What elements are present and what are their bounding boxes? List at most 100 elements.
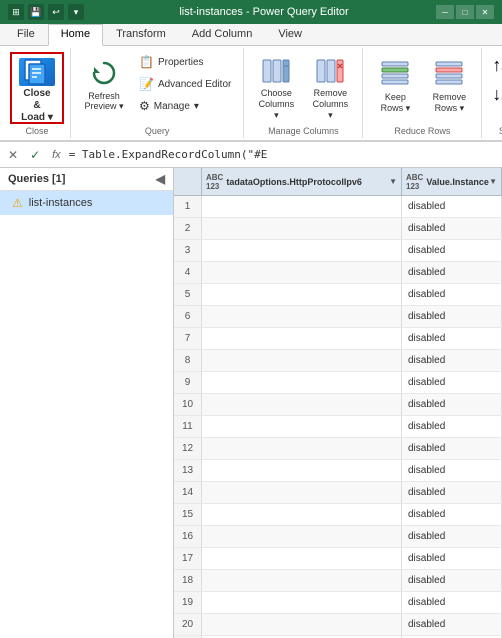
sort-ascending-button[interactable]: ↑A→Z [488, 52, 502, 79]
grid-cell-col1 [202, 482, 402, 503]
table-row[interactable]: 20 disabled [174, 614, 502, 636]
refresh-preview-button[interactable]: RefreshPreview ▾ [77, 52, 131, 124]
col1-filter-button[interactable]: ▼ [389, 177, 397, 186]
quick-access-undo[interactable]: ↩ [48, 4, 64, 20]
grid-cell-col2: disabled [402, 570, 502, 591]
row-number: 8 [174, 350, 202, 371]
ribbon-group-reduce-rows: KeepRows ▾ RemoveRows ▾ Reduce Rows [363, 48, 482, 138]
grid-cell-col1 [202, 240, 402, 261]
remove-columns-icon [313, 56, 347, 86]
table-row[interactable]: 7 disabled [174, 328, 502, 350]
sort-buttons: ↑A→Z ↓Z→A [488, 52, 502, 134]
grid-cell-col2: disabled [402, 526, 502, 547]
maximize-button[interactable]: □ [456, 5, 474, 19]
table-row[interactable]: 1 disabled [174, 196, 502, 218]
col2-label: Value.Instance [426, 177, 489, 187]
row-number: 9 [174, 372, 202, 393]
close-button[interactable]: ✕ [476, 5, 494, 19]
grid-cell-col2: disabled [402, 460, 502, 481]
grid-cell-col2: disabled [402, 592, 502, 613]
grid-cell-col1 [202, 284, 402, 305]
close-and-load-button[interactable]: Close &Load ▾ [10, 52, 64, 124]
tab-file[interactable]: File [4, 24, 48, 45]
quick-access-save[interactable]: 💾 [28, 4, 44, 20]
row-number: 7 [174, 328, 202, 349]
row-number: 11 [174, 416, 202, 437]
table-row[interactable]: 2 disabled [174, 218, 502, 240]
row-number: 12 [174, 438, 202, 459]
formula-cancel-button[interactable]: ✕ [4, 146, 22, 164]
table-row[interactable]: 13 disabled [174, 460, 502, 482]
table-row[interactable]: 18 disabled [174, 570, 502, 592]
row-number: 17 [174, 548, 202, 569]
table-row[interactable]: 9 disabled [174, 372, 502, 394]
choose-columns-label: ChooseColumns ▾ [256, 88, 296, 120]
grid-col-header-1[interactable]: ABC123 tadataOptions.HttpProtocolIpv6 ▼ [202, 168, 402, 195]
keep-rows-button[interactable]: KeepRows ▾ [369, 52, 421, 124]
col2-filter-button[interactable]: ▼ [489, 177, 497, 186]
grid-cell-col1 [202, 460, 402, 481]
manage-columns-group-label: Manage Columns [244, 126, 362, 136]
title-bar-icons: ⊞ 💾 ↩ ▾ [8, 4, 84, 20]
grid-cell-col1 [202, 438, 402, 459]
row-number: 1 [174, 196, 202, 217]
remove-rows-icon [432, 56, 466, 90]
grid-cell-col2: disabled [402, 614, 502, 635]
choose-columns-button[interactable]: ChooseColumns ▾ [250, 52, 302, 124]
remove-rows-label: RemoveRows ▾ [433, 92, 467, 114]
grid-cell-col2: disabled [402, 416, 502, 437]
ribbon-tabs: File Home Transform Add Column View [0, 24, 502, 46]
close-load-label: Close &Load ▾ [20, 88, 54, 124]
keep-rows-label: KeepRows ▾ [381, 92, 411, 114]
ribbon: Close &Load ▾ Close RefreshPreview ▾ 📋 [0, 46, 502, 142]
properties-button[interactable]: 📋 Properties [133, 52, 237, 72]
query-item-list-instances[interactable]: ⚠ list-instances [0, 191, 173, 215]
table-row[interactable]: 3 disabled [174, 240, 502, 262]
grid-cell-col2: disabled [402, 504, 502, 525]
table-row[interactable]: 14 disabled [174, 482, 502, 504]
table-row[interactable]: 11 disabled [174, 416, 502, 438]
keep-rows-icon [378, 56, 412, 90]
tab-home[interactable]: Home [48, 24, 103, 46]
row-number: 13 [174, 460, 202, 481]
formula-confirm-button[interactable]: ✓ [26, 146, 44, 164]
grid-cell-col1 [202, 306, 402, 327]
grid-cell-col1 [202, 416, 402, 437]
data-grid-area: ABC123 tadataOptions.HttpProtocolIpv6 ▼ … [174, 168, 502, 638]
formula-input[interactable] [69, 148, 498, 161]
col2-type-icon: ABC123 [406, 173, 423, 191]
table-row[interactable]: 4 disabled [174, 262, 502, 284]
grid-cell-col2: disabled [402, 328, 502, 349]
grid-col-header-2[interactable]: ABC123 Value.Instance ▼ [402, 168, 502, 195]
grid-cell-col2: disabled [402, 218, 502, 239]
advanced-editor-button[interactable]: 📝 Advanced Editor [133, 74, 237, 94]
grid-cell-col2: disabled [402, 438, 502, 459]
table-row[interactable]: 12 disabled [174, 438, 502, 460]
advanced-editor-icon: 📝 [139, 77, 154, 91]
grid-cell-col2: disabled [402, 240, 502, 261]
queries-header-label: Queries [1] [8, 173, 65, 185]
grid-cell-col1 [202, 196, 402, 217]
ribbon-group-query: RefreshPreview ▾ 📋 Properties 📝 Advanced… [71, 48, 244, 138]
remove-rows-button[interactable]: RemoveRows ▾ [423, 52, 475, 124]
table-row[interactable]: 6 disabled [174, 306, 502, 328]
sort-descending-button[interactable]: ↓Z→A [488, 81, 502, 108]
quick-access-dropdown[interactable]: ▾ [68, 4, 84, 20]
table-row[interactable]: 16 disabled [174, 526, 502, 548]
row-number: 2 [174, 218, 202, 239]
query-stacked-buttons: 📋 Properties 📝 Advanced Editor ⚙ Manage … [133, 52, 237, 130]
table-row[interactable]: 8 disabled [174, 350, 502, 372]
table-row[interactable]: 5 disabled [174, 284, 502, 306]
table-row[interactable]: 19 disabled [174, 592, 502, 614]
grid-row-number-header [174, 168, 202, 195]
table-row[interactable]: 17 disabled [174, 548, 502, 570]
tab-transform[interactable]: Transform [103, 24, 179, 45]
queries-collapse-button[interactable]: ◀ [156, 172, 165, 186]
minimize-button[interactable]: ─ [436, 5, 454, 19]
tab-view[interactable]: View [265, 24, 315, 45]
tab-add-column[interactable]: Add Column [179, 24, 266, 45]
remove-columns-button[interactable]: RemoveColumns ▾ [304, 52, 356, 124]
table-row[interactable]: 15 disabled [174, 504, 502, 526]
table-row[interactable]: 10 disabled [174, 394, 502, 416]
manage-button[interactable]: ⚙ Manage ▾ [133, 96, 237, 116]
